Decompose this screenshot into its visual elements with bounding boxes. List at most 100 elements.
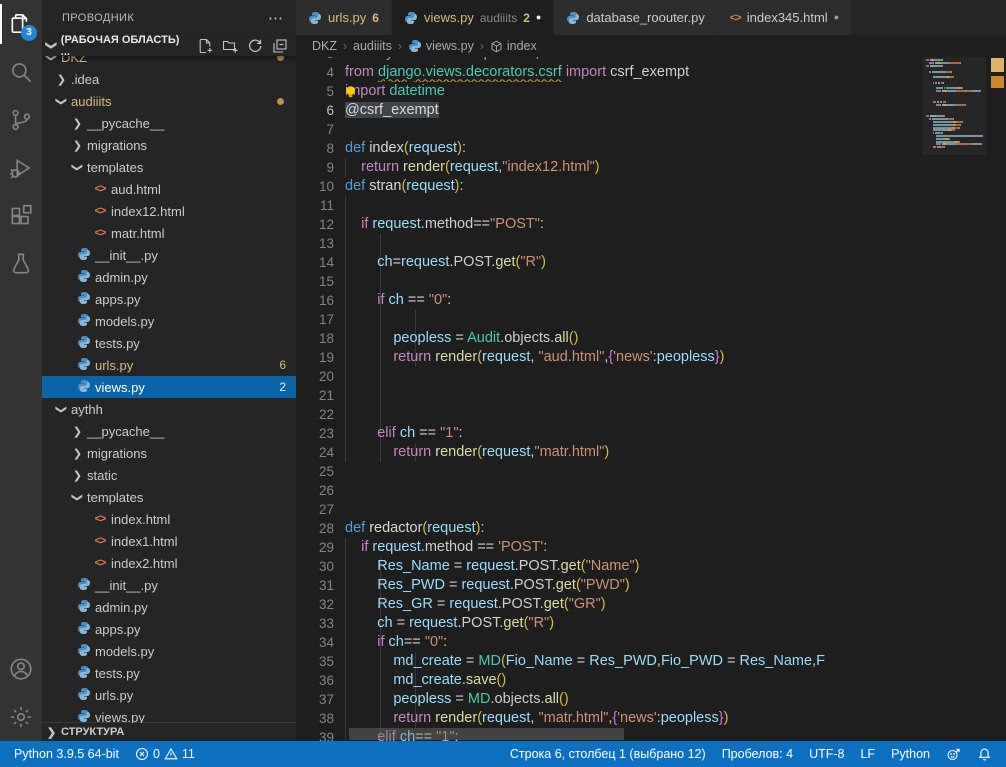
code-line-16[interactable]: 16 if ch == "0": xyxy=(296,291,988,310)
code-line-22[interactable]: 22 xyxy=(296,405,988,424)
tree-item-urls-py[interactable]: urls.py6 xyxy=(42,354,296,376)
code-line-24[interactable]: 24 return render(request,"matr.html") xyxy=(296,443,988,462)
tree-item-tests-py[interactable]: tests.py xyxy=(42,662,296,684)
tree-item-admin-py[interactable]: admin.py xyxy=(42,266,296,288)
outline-section-header[interactable]: ❯ СТРУКТУРА xyxy=(42,723,296,741)
run-debug-activity-icon[interactable] xyxy=(0,144,42,192)
cursor-position-status[interactable]: Строка 6, столбец 1 (выбрано 12) xyxy=(502,741,714,767)
line-number[interactable]: 25 xyxy=(296,462,334,481)
code-line-9[interactable]: 9 return render(request,"index12.html") xyxy=(296,158,988,177)
tree-item-audiiits[interactable]: ❯audiiits xyxy=(42,90,296,112)
tree-item-matr-html[interactable]: <>matr.html xyxy=(42,222,296,244)
tree-item-models-py[interactable]: models.py xyxy=(42,640,296,662)
refresh-icon[interactable] xyxy=(247,38,263,54)
tree-item-index1-html[interactable]: <>index1.html xyxy=(42,530,296,552)
tree-item-admin-py[interactable]: admin.py xyxy=(42,596,296,618)
unsaved-dot[interactable]: ● xyxy=(536,13,541,22)
line-number[interactable]: 38 xyxy=(296,709,334,728)
code-line-33[interactable]: 33 ch = request.POST.get("R") xyxy=(296,614,988,633)
code-line-15[interactable]: 15 xyxy=(296,272,988,291)
explorer-activity-icon[interactable]: 3 xyxy=(0,0,42,48)
code-line-26[interactable]: 26 xyxy=(296,481,988,500)
line-number[interactable]: 26 xyxy=(296,481,334,500)
overview-ruler[interactable] xyxy=(990,0,1006,741)
line-number[interactable]: 6 xyxy=(296,101,334,120)
line-number[interactable]: 19 xyxy=(296,348,334,367)
indentation-status[interactable]: Пробелов: 4 xyxy=(714,741,801,767)
code-line-14[interactable]: 14 ch=request.POST.get("R") xyxy=(296,253,988,272)
tree-item--idea[interactable]: ❯.idea xyxy=(42,68,296,90)
line-number[interactable]: 20 xyxy=(296,367,334,386)
tree-item-migrations[interactable]: ❯migrations xyxy=(42,442,296,464)
line-number[interactable]: 16 xyxy=(296,291,334,310)
tree-item-migrations[interactable]: ❯migrations xyxy=(42,134,296,156)
code-line-38[interactable]: 38 return render(request, "matr.html",{'… xyxy=(296,709,988,728)
new-folder-icon[interactable] xyxy=(222,38,238,54)
problems-status[interactable]: 0 11 xyxy=(127,741,203,767)
tab-views-py[interactable]: views.pyaudiiits2● xyxy=(392,0,554,35)
testing-activity-icon[interactable] xyxy=(0,240,42,288)
eol-status[interactable]: LF xyxy=(852,741,883,767)
code-line-4[interactable]: 4from django.views.decorators.csrf impor… xyxy=(296,63,988,82)
line-number[interactable]: 32 xyxy=(296,595,334,614)
feedback-button[interactable] xyxy=(938,741,969,767)
tree-item--init-py[interactable]: __init__.py xyxy=(42,244,296,266)
line-number[interactable]: 13 xyxy=(296,234,334,253)
line-number[interactable]: 8 xyxy=(296,139,334,158)
code-line-5[interactable]: 5import datetime xyxy=(296,82,988,101)
collapse-all-icon[interactable] xyxy=(272,38,288,54)
line-number[interactable]: 34 xyxy=(296,633,334,652)
settings-activity-icon[interactable] xyxy=(0,693,42,741)
workspace-section-header[interactable]: ❯ (РАБОЧАЯ ОБЛАСТЬ) ... xyxy=(42,35,296,56)
code-line-7[interactable]: 7 xyxy=(296,120,988,139)
tree-item-static[interactable]: ❯static xyxy=(42,464,296,486)
line-number[interactable]: 24 xyxy=(296,443,334,462)
code-line-23[interactable]: 23 elif ch == "1": xyxy=(296,424,988,443)
horizontal-scrollbar[interactable] xyxy=(349,728,624,740)
breadcrumb-item-audiiits[interactable]: audiiits xyxy=(353,39,392,53)
line-number[interactable]: 14 xyxy=(296,253,334,272)
line-number[interactable]: 30 xyxy=(296,557,334,576)
tab-urls-py[interactable]: urls.py6 xyxy=(296,0,392,35)
line-number[interactable]: 7 xyxy=(296,120,334,139)
new-file-icon[interactable] xyxy=(197,38,213,54)
extensions-activity-icon[interactable] xyxy=(0,192,42,240)
tree-item-templates[interactable]: ❯templates xyxy=(42,156,296,178)
code-line-32[interactable]: 32 Res_GR = request.POST.get("GR") xyxy=(296,595,988,614)
code-line-25[interactable]: 25 xyxy=(296,462,988,481)
line-number[interactable]: 5 xyxy=(296,82,334,101)
tree-item--init-py[interactable]: __init__.py xyxy=(42,574,296,596)
line-number[interactable]: 4 xyxy=(296,63,334,82)
line-number[interactable]: 15 xyxy=(296,272,334,291)
code-line-34[interactable]: 34 if ch== "0": xyxy=(296,633,988,652)
tree-item-aud-html[interactable]: <>aud.html xyxy=(42,178,296,200)
tree-item--pycache-[interactable]: ❯__pycache__ xyxy=(42,112,296,134)
line-number[interactable]: 35 xyxy=(296,652,334,671)
notifications-button[interactable] xyxy=(969,741,1000,767)
code-area[interactable]: 3from aythh.models import MD,Audit4from … xyxy=(296,0,1006,741)
code-line-10[interactable]: 10def stran(request): xyxy=(296,177,988,196)
unsaved-dot[interactable]: ● xyxy=(834,13,839,22)
line-number[interactable]: 21 xyxy=(296,386,334,405)
code-line-21[interactable]: 21 xyxy=(296,386,988,405)
tree-item-index2-html[interactable]: <>index2.html xyxy=(42,552,296,574)
tree-item-index-html[interactable]: <>index.html xyxy=(42,508,296,530)
tree-item-apps-py[interactable]: apps.py xyxy=(42,618,296,640)
line-number[interactable]: 29 xyxy=(296,538,334,557)
code-line-36[interactable]: 36 md_create.save() xyxy=(296,671,988,690)
encoding-status[interactable]: UTF-8 xyxy=(801,741,852,767)
tree-item-apps-py[interactable]: apps.py xyxy=(42,288,296,310)
code-line-18[interactable]: 18 peopless = Audit.objects.all() xyxy=(296,329,988,348)
line-number[interactable]: 23 xyxy=(296,424,334,443)
line-number[interactable]: 31 xyxy=(296,576,334,595)
python-interpreter-status[interactable]: Python 3.9.5 64-bit xyxy=(6,741,127,767)
tree-item--pycache-[interactable]: ❯__pycache__ xyxy=(42,420,296,442)
line-number[interactable]: 36 xyxy=(296,671,334,690)
line-number[interactable]: 11 xyxy=(296,196,334,215)
code-line-11[interactable]: 11 xyxy=(296,196,988,215)
lightbulb-icon[interactable] xyxy=(343,84,358,99)
code-line-19[interactable]: 19 return render(request, "aud.html",{'n… xyxy=(296,348,988,367)
line-number[interactable]: 10 xyxy=(296,177,334,196)
code-line-27[interactable]: 27 xyxy=(296,500,988,519)
line-number[interactable]: 37 xyxy=(296,690,334,709)
